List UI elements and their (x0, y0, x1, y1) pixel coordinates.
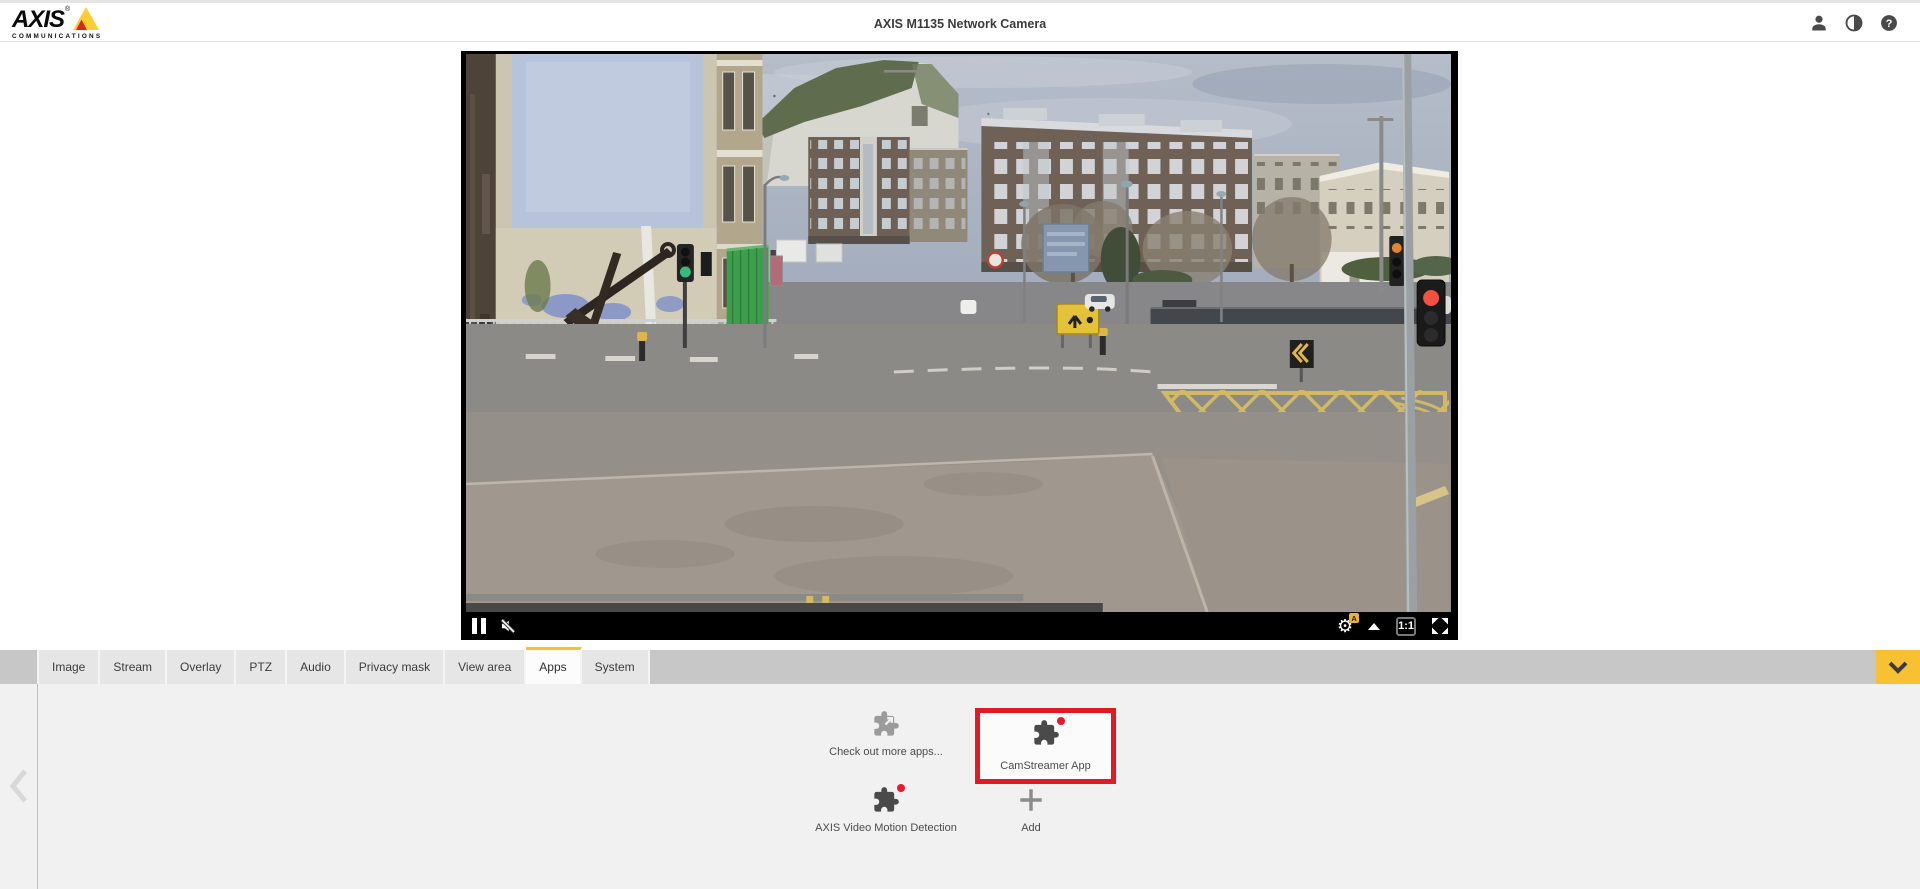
app-item-label: CamStreamer App (1000, 759, 1090, 773)
panel-divider (37, 684, 38, 889)
video-controls: ⚙ A 1:1 (461, 612, 1458, 640)
volume-muted-icon (499, 617, 517, 635)
notification-dot (897, 784, 905, 792)
stream-settings-button[interactable]: ⚙ A (1334, 615, 1356, 637)
puzzle-icon (872, 786, 900, 814)
tab-bar: Image Stream Overlay PTZ Audio Privacy m… (0, 650, 1920, 684)
chevron-left-icon (8, 768, 30, 804)
notification-dot (1057, 717, 1065, 725)
user-button[interactable] (1808, 13, 1830, 35)
apps-panel: Check out more apps... CamStreamer App A… (0, 684, 1920, 889)
tab-audio[interactable]: Audio (287, 650, 346, 684)
chevron-down-icon (1885, 657, 1911, 677)
app-header: AXIS ® COMMUNICATIONS AXIS M1135 Network… (0, 0, 1920, 42)
tab-ptz[interactable]: PTZ (236, 650, 287, 684)
help-icon: ? (1879, 13, 1899, 33)
contrast-button[interactable] (1843, 13, 1865, 35)
camera-web-ui: AXIS ® COMMUNICATIONS AXIS M1135 Network… (0, 0, 1920, 889)
tab-overlay[interactable]: Overlay (167, 650, 236, 684)
help-glyph: ? (1886, 18, 1893, 30)
panel-prev-button[interactable] (6, 766, 32, 808)
auto-badge: A (1349, 613, 1359, 623)
plus-icon (1017, 786, 1045, 814)
page-title: AXIS M1135 Network Camera (0, 3, 1920, 45)
user-icon (1809, 13, 1829, 33)
app-item-label: AXIS Video Motion Detection (815, 821, 957, 835)
pause-button[interactable] (470, 617, 488, 635)
puzzle-icon (1032, 719, 1060, 747)
help-button[interactable]: ? (1878, 13, 1900, 35)
app-item-camstreamer[interactable]: CamStreamer App (975, 708, 1116, 784)
app-item-label: Check out more apps... (829, 745, 943, 759)
tab-strip: Image Stream Overlay PTZ Audio Privacy m… (37, 650, 650, 687)
tab-privacy-mask[interactable]: Privacy mask (346, 650, 445, 684)
expand-tabs-button[interactable] (1876, 650, 1920, 684)
contrast-icon (1844, 13, 1864, 33)
header-actions: ? (1808, 3, 1900, 45)
triangle-up-icon (1368, 623, 1380, 630)
tab-system[interactable]: System (582, 650, 650, 684)
app-item-axis-video-motion-detection[interactable]: AXIS Video Motion Detection (811, 786, 961, 835)
fullscreen-button[interactable] (1431, 617, 1449, 635)
pause-icon (472, 618, 477, 634)
fullscreen-icon (1431, 617, 1449, 635)
puzzle-external-icon (872, 710, 900, 738)
app-item-label: Add (1021, 821, 1041, 835)
tab-image[interactable]: Image (37, 650, 100, 684)
mute-button[interactable] (496, 614, 520, 638)
camera-live-view (466, 54, 1451, 612)
app-item-add[interactable]: Add (965, 786, 1097, 835)
pixel-ratio-button[interactable]: 1:1 (1396, 617, 1416, 636)
tab-stream[interactable]: Stream (100, 650, 167, 684)
app-item-check-out-more-apps[interactable]: Check out more apps... (816, 710, 956, 759)
tab-apps[interactable]: Apps (526, 647, 581, 684)
video-player: ⚙ A 1:1 (461, 51, 1458, 640)
tab-view-area[interactable]: View area (445, 650, 526, 684)
expand-controls-button[interactable] (1366, 619, 1382, 633)
